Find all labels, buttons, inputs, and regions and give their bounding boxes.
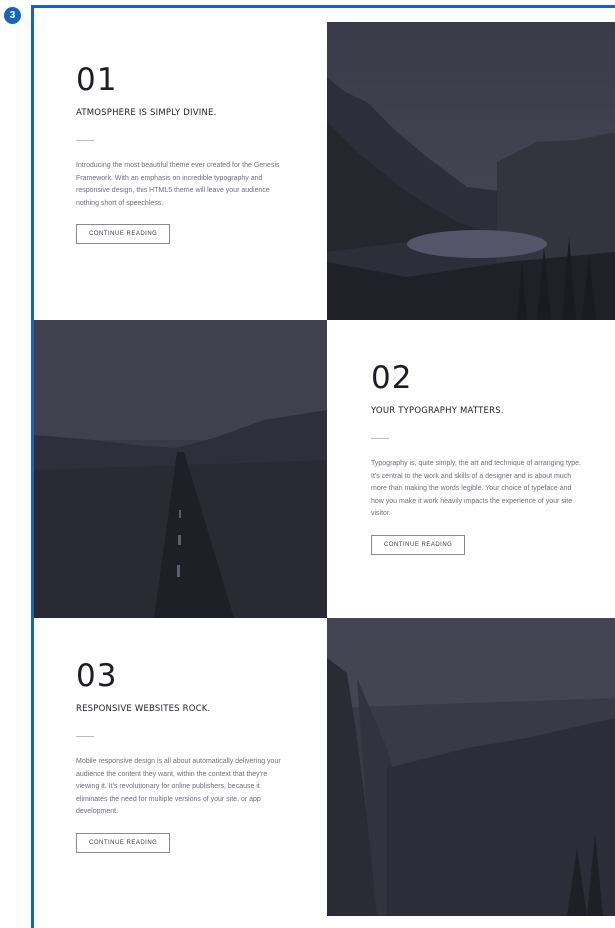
feature-grid: 01 ATMOSPHERE IS SIMPLY DIVINE. Introduc… — [34, 22, 615, 916]
feature-text-2: 02 YOUR TYPOGRAPHY MATTERS. Typography i… — [327, 320, 615, 618]
feature-body: Mobile responsive design is all about au… — [76, 758, 281, 815]
continue-reading-button[interactable]: CONTINUE READING — [371, 534, 466, 555]
feature-row-2: 02 YOUR TYPOGRAPHY MATTERS. Typography i… — [34, 320, 615, 618]
feature-body: Typography is, quite simply, the art and… — [371, 460, 581, 517]
canyon-cliff-photo — [327, 618, 615, 916]
divider — [76, 736, 94, 737]
divider — [371, 438, 389, 439]
feature-row-1: 01 ATMOSPHERE IS SIMPLY DIVINE. Introduc… — [34, 22, 615, 320]
feature-row-3: 03 RESPONSIVE WEBSITES ROCK. Mobile resp… — [34, 618, 615, 916]
screenshot-frame: 3 01 ATMOSPHERE IS SIMPLY DIVINE. Introd… — [0, 0, 615, 928]
feature-heading: ATMOSPHERE IS SIMPLY DIVINE. — [76, 108, 217, 118]
feature-body: Introducing the most beautiful theme eve… — [76, 162, 280, 207]
mountain-lake-photo — [327, 22, 615, 320]
continue-reading-button[interactable]: CONTINUE READING — [76, 832, 171, 853]
continue-reading-button[interactable]: CONTINUE READING — [76, 224, 171, 244]
feature-text-1: 01 ATMOSPHERE IS SIMPLY DIVINE. Introduc… — [34, 22, 327, 320]
feature-number: 03 — [76, 658, 118, 694]
feature-heading: YOUR TYPOGRAPHY MATTERS. — [371, 406, 504, 416]
step-badge: 3 — [4, 7, 21, 24]
divider — [76, 140, 94, 141]
feature-number: 01 — [76, 62, 118, 98]
feature-text-3: 03 RESPONSIVE WEBSITES ROCK. Mobile resp… — [34, 618, 327, 916]
feature-heading: RESPONSIVE WEBSITES ROCK. — [76, 704, 211, 714]
feature-number: 02 — [371, 360, 413, 396]
open-road-photo — [34, 320, 327, 618]
